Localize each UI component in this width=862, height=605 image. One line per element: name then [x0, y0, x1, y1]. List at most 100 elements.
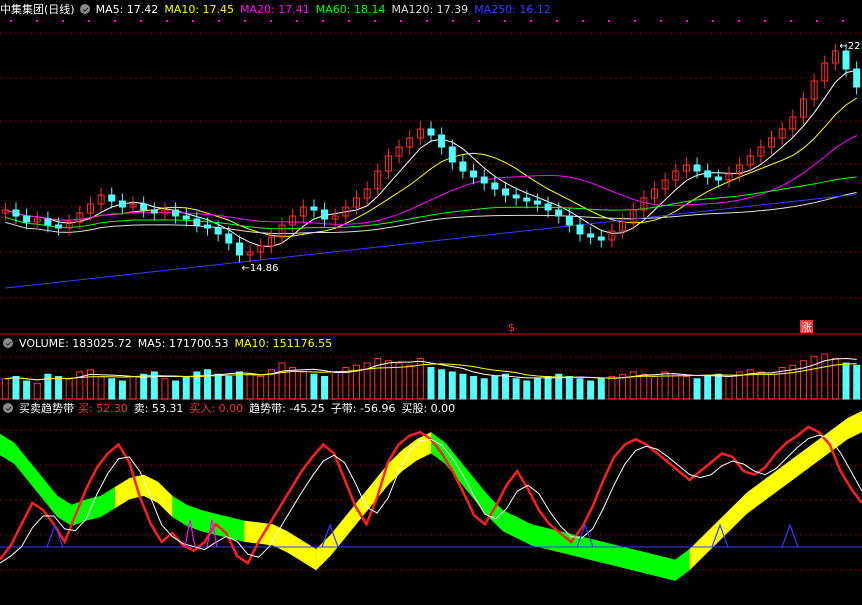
marker-dot: [764, 20, 766, 22]
volume-bar: [310, 373, 318, 400]
marker-dot: [296, 20, 298, 22]
candle-body: [459, 161, 467, 172]
marker-dot: [322, 20, 324, 22]
volume-bar: [321, 376, 329, 400]
candle-body: [480, 176, 488, 184]
volume-bar: [693, 378, 701, 400]
candle-body: [12, 209, 20, 217]
candle-body: [204, 224, 212, 229]
buy-spike: [781, 523, 799, 548]
marker-dot: [62, 20, 64, 22]
volume-bar: [161, 378, 169, 400]
marker-dot: [400, 20, 402, 22]
candle-body: [555, 209, 563, 217]
marker-dot: [660, 20, 662, 22]
marker-dot: [192, 20, 194, 22]
marker-dot: [556, 20, 558, 22]
marker-dot: [244, 20, 246, 22]
volume-bar: [55, 376, 63, 400]
volume-bar: [140, 373, 148, 400]
marker-dot: [452, 20, 454, 22]
marker-dot: [166, 20, 168, 22]
volume-bar: [597, 378, 605, 400]
candle-body: [470, 170, 478, 178]
volume-bar: [608, 376, 616, 400]
volume-bar: [672, 373, 680, 400]
volume-bar: [704, 376, 712, 400]
volume-bar: [214, 373, 222, 400]
candle-body: [23, 215, 31, 223]
volume-bar: [480, 378, 488, 400]
candle-body: [427, 128, 435, 136]
candle-body: [448, 146, 456, 163]
volume-bar: [438, 369, 446, 400]
volume-bar: [714, 373, 722, 400]
candle-body: [597, 236, 605, 241]
volume-bar: [427, 367, 435, 400]
volume-bar: [778, 367, 786, 400]
marker-dot: [270, 20, 272, 22]
candle-body: [565, 215, 573, 226]
candle-body: [182, 215, 190, 220]
volume-bar: [33, 382, 41, 400]
marker-dot: [686, 20, 688, 22]
candle-body: [140, 203, 148, 211]
candle-body: [438, 134, 446, 148]
candle-body: [150, 209, 158, 214]
marker-dot: [790, 20, 792, 22]
volume-bar: [523, 380, 531, 400]
volume-bar: [182, 376, 190, 400]
volume-bar: [640, 373, 648, 400]
volume-bar: [225, 376, 233, 400]
candle-body: [108, 194, 116, 202]
volume-bar: [587, 380, 595, 400]
candle-body: [533, 200, 541, 205]
marker-dot: [608, 20, 610, 22]
volume-bar: [799, 360, 807, 400]
candle-body: [714, 176, 722, 181]
volume-bar: [512, 378, 520, 400]
volume-bar: [565, 376, 573, 400]
candle-body: [693, 164, 701, 172]
marker-dot: [738, 20, 740, 22]
volume-bar: [23, 380, 31, 400]
volume-bar: [544, 376, 552, 400]
marker-dot: [218, 20, 220, 22]
candle-body: [842, 50, 850, 70]
chart-canvas: ←22.0 ←14.86 $ 涨: [0, 20, 862, 581]
volume-bar: [1, 378, 9, 400]
volume-bar: [501, 373, 509, 400]
trend-band-green: [0, 433, 115, 526]
volume-bar: [448, 371, 456, 400]
volume-bar: [842, 362, 850, 400]
volume-bar: [246, 373, 254, 400]
marker-dot: [582, 20, 584, 22]
marker-dot: [140, 20, 142, 22]
volume-bar: [725, 376, 733, 400]
volume-bar: [810, 355, 818, 400]
volume-bar: [384, 360, 392, 400]
marker-dot: [114, 20, 116, 22]
candle-body: [55, 224, 63, 229]
candle-body: [853, 68, 861, 88]
volume-bar: [44, 373, 52, 400]
volume-bar: [12, 376, 20, 400]
volume-bar: [533, 378, 541, 400]
volume-bar: [459, 373, 467, 400]
volume-bar: [118, 380, 126, 400]
marker-dot: [504, 20, 506, 22]
trend-band-yellow: [689, 410, 862, 571]
candle-body: [491, 182, 499, 190]
volume-bar: [172, 380, 180, 400]
volume-bar: [278, 362, 286, 400]
candle-body: [235, 242, 243, 256]
marker-dot: [348, 20, 350, 22]
volume-bar: [108, 378, 116, 400]
marker-dot: [88, 20, 90, 22]
candle-body: [512, 194, 520, 199]
candle-body: [118, 200, 126, 208]
candle-body: [576, 224, 584, 235]
candle-body: [225, 233, 233, 244]
marker-dot: [10, 20, 12, 22]
candle-body: [587, 233, 595, 238]
